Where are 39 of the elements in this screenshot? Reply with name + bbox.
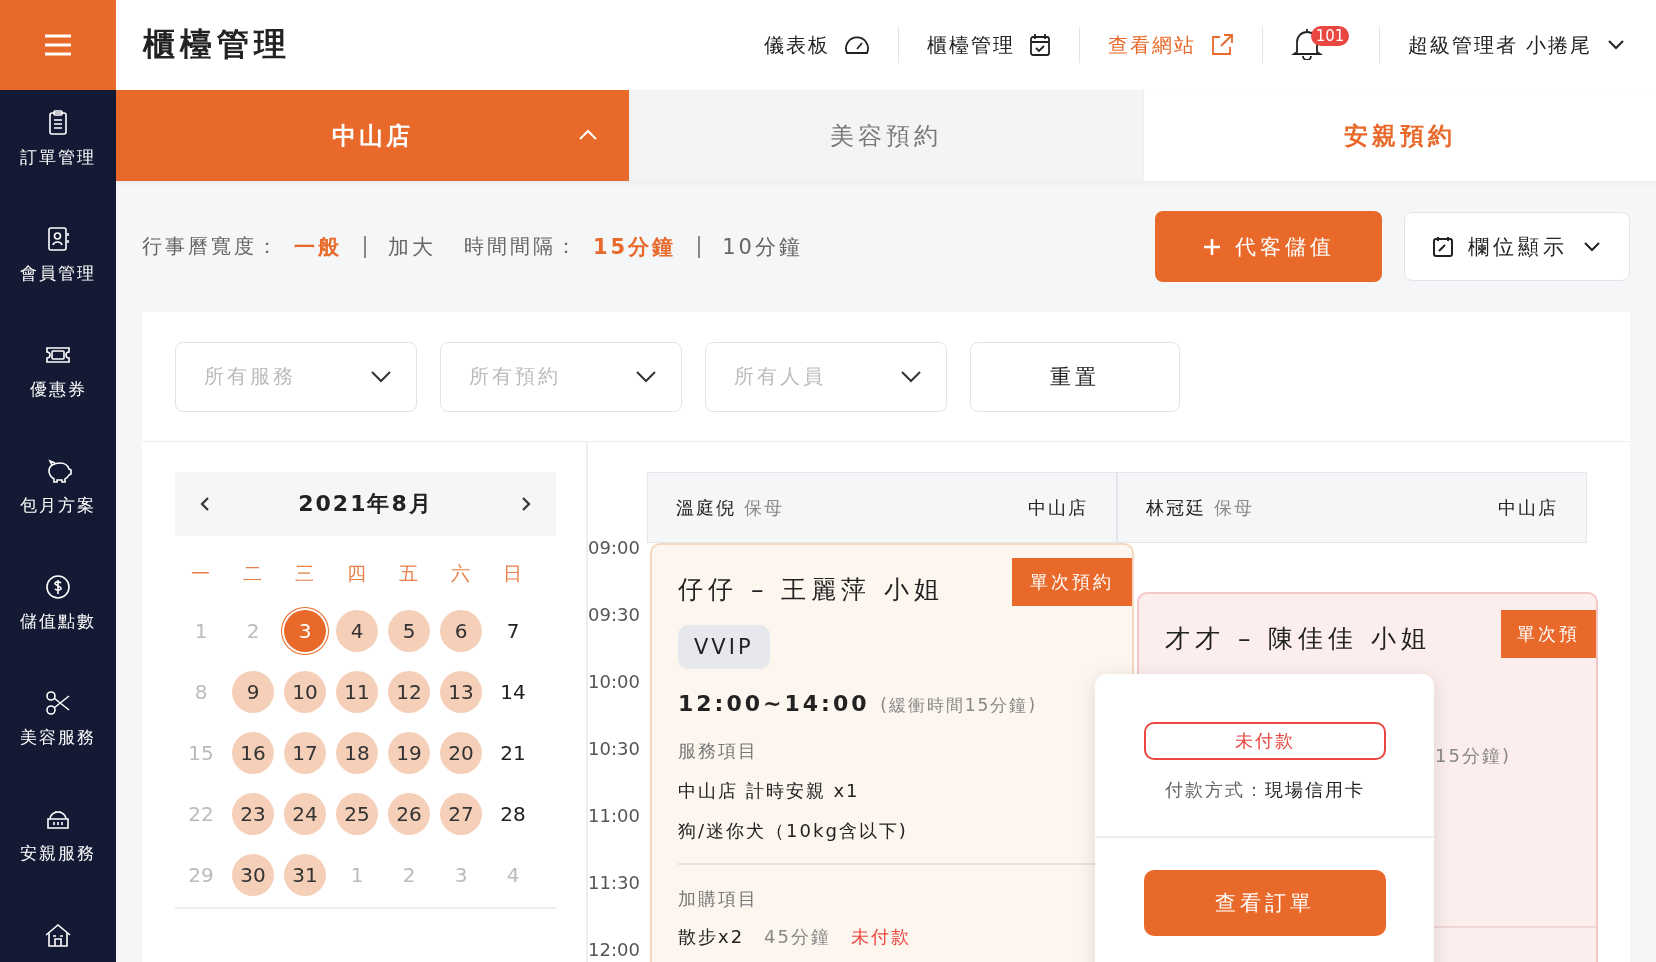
staff-name: 林冠廷 保母	[1146, 495, 1254, 520]
time-label: 10:00	[588, 671, 641, 694]
store-name: 中山店	[1028, 495, 1088, 520]
service-item: 狗/迷你犬（10kg含以下)	[678, 819, 909, 843]
weekday-label: 二	[241, 560, 265, 586]
weekday-label: 三	[293, 560, 317, 586]
weekday-label: 四	[345, 560, 369, 586]
notification-count: 101	[1310, 26, 1350, 46]
section-label: 服務項目	[678, 739, 759, 763]
weekday-label: 六	[449, 560, 473, 586]
time-label: 10:30	[588, 738, 641, 761]
booking-type-badge: 單次預	[1501, 610, 1596, 658]
service-item: 中山店 計時安親 x1	[678, 779, 861, 803]
booking-title: 仔仔 – 王麗萍 小姐	[678, 575, 945, 604]
store-name: 中山店	[1498, 495, 1558, 520]
buffer-time: 15分鐘)	[1435, 744, 1511, 768]
time-label: 12:00	[588, 939, 641, 962]
time-label: 09:00	[588, 537, 641, 560]
staff-name: 溫庭倪 保母	[676, 495, 784, 520]
payment-method: 付款方式：現場信用卡	[1164, 778, 1365, 802]
payment-status: 未付款	[851, 925, 911, 949]
weekday-label: 一	[189, 560, 213, 586]
payment-status-badge: 未付款	[1143, 722, 1386, 760]
member-tag: VVIP	[678, 625, 770, 669]
booking-time: 12:00~14:00 (緩衝時間15分鐘)	[678, 691, 1039, 717]
time-label: 11:30	[588, 872, 641, 895]
booking-type-badge: 單次預約	[1012, 558, 1132, 606]
time-label: 11:00	[588, 805, 641, 828]
section-label: 加購項目	[678, 887, 759, 911]
time-label: 09:30	[588, 604, 641, 627]
page-title: 櫃檯管理	[143, 24, 292, 65]
weekday-label: 五	[397, 560, 421, 586]
calendar-width-label: 行事曆寬度：	[142, 233, 280, 260]
addon-duration: 45分鐘	[764, 925, 831, 949]
addon-name: 散步x2	[678, 925, 745, 949]
time-interval-label: 時間間隔：	[464, 233, 579, 260]
month-title: 2021年8月	[298, 490, 433, 518]
booking-title: 才才 – 陳佳佳 小姐	[1165, 624, 1432, 653]
weekday-label: 日	[501, 560, 525, 586]
